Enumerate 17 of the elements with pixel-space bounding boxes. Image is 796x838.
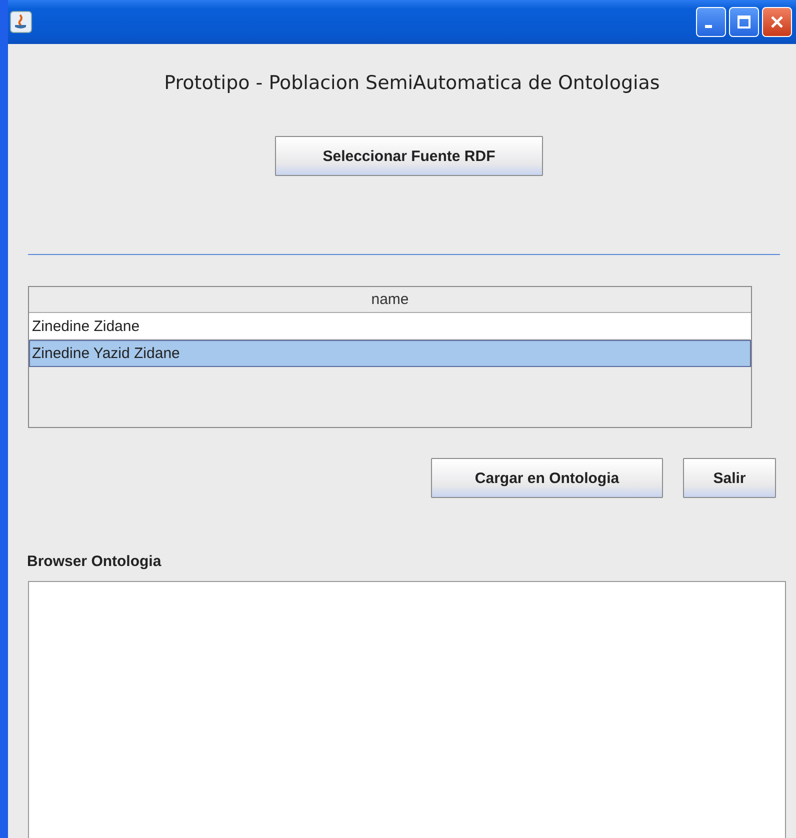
browser-label: Browser Ontologia bbox=[27, 553, 162, 570]
select-source-button[interactable]: Seleccionar Fuente RDF bbox=[275, 136, 543, 176]
maximize-icon bbox=[737, 15, 751, 29]
minimize-icon bbox=[705, 24, 712, 28]
load-button[interactable]: Cargar en Ontologia bbox=[431, 458, 663, 498]
minimize-button[interactable] bbox=[696, 7, 726, 37]
table-row[interactable]: Zinedine Yazid Zidane bbox=[29, 340, 751, 367]
close-icon bbox=[770, 15, 784, 29]
table-cell: Zinedine Zidane bbox=[32, 318, 140, 335]
close-button[interactable] bbox=[762, 7, 792, 37]
table-row[interactable]: Zinedine Zidane bbox=[29, 313, 751, 340]
exit-button[interactable]: Salir bbox=[683, 458, 776, 498]
column-header[interactable]: name bbox=[29, 287, 751, 312]
coffee-cup-icon bbox=[10, 11, 32, 33]
maximize-button[interactable] bbox=[729, 7, 759, 37]
table-cell: Zinedine Yazid Zidane bbox=[32, 345, 180, 362]
window-heading: Prototipo - Poblacion SemiAutomatica de Ontologias bbox=[163, 72, 661, 94]
